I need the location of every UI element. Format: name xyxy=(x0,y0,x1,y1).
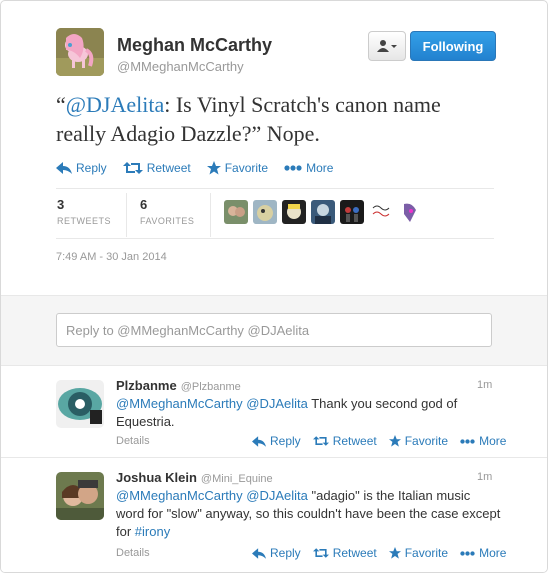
stat-divider xyxy=(126,193,127,237)
author-handle[interactable]: @MMeghanMcCarthy xyxy=(117,59,244,74)
mention-link[interactable]: @DJAelita xyxy=(246,488,308,503)
retweet-label: Retweet xyxy=(146,161,191,175)
reply-actions: Reply Retweet Favorite More xyxy=(252,546,518,560)
reply-text: @MMeghanMcCarthy @DJAelita "adagio" is t… xyxy=(116,487,501,541)
reply-label: Reply xyxy=(76,161,107,175)
more-label: More xyxy=(306,161,334,175)
user-actions-button[interactable] xyxy=(368,31,406,61)
tweet-permalink-card: Meghan McCarthy @MMeghanMcCarthy Followi… xyxy=(0,0,548,573)
more-action[interactable]: More xyxy=(284,161,333,175)
reply-composer: Reply to @MMeghanMcCarthy @DJAelita xyxy=(1,295,547,366)
reply-avatar[interactable] xyxy=(56,472,104,520)
reply-input[interactable]: Reply to @MMeghanMcCarthy @DJAelita xyxy=(56,313,492,347)
reply-avatar[interactable] xyxy=(56,380,104,428)
reply-time[interactable]: 1m xyxy=(477,379,492,391)
reply-author[interactable]: Plzbanme @Plzbanme xyxy=(116,378,241,393)
mention-link[interactable]: @MMeghanMcCarthy xyxy=(116,396,243,411)
retweet-action[interactable]: Retweet xyxy=(312,434,377,448)
favoriter-avatar[interactable] xyxy=(340,200,364,224)
reply-icon xyxy=(252,547,266,559)
user-icon xyxy=(377,40,397,52)
retweet-label: Retweet xyxy=(332,546,377,560)
reply-details-link[interactable]: Details xyxy=(116,547,150,559)
reply-action[interactable]: Reply xyxy=(56,161,107,175)
star-icon xyxy=(388,435,401,447)
retweet-icon xyxy=(122,162,143,174)
reply-icon xyxy=(56,162,72,174)
reply-label: Reply xyxy=(270,434,301,448)
retweets-count: 3 xyxy=(57,197,65,212)
retweet-icon xyxy=(312,436,329,446)
favoriters-avatars xyxy=(224,200,427,224)
favoriter-avatar[interactable] xyxy=(282,200,306,224)
star-icon xyxy=(206,161,221,175)
hashtag-link[interactable]: #irony xyxy=(135,524,170,539)
favorite-action[interactable]: Favorite xyxy=(388,546,449,560)
more-action[interactable]: More xyxy=(460,434,506,448)
retweet-action[interactable]: Retweet xyxy=(312,546,377,560)
retweets-stat[interactable]: 3 RETWEETS xyxy=(57,197,111,226)
reply-time[interactable]: 1m xyxy=(477,471,492,483)
reply-text: @MMeghanMcCarthy @DJAelita Thank you sec… xyxy=(116,395,501,431)
reply-actions: Reply Retweet Favorite More xyxy=(252,434,518,448)
reply-icon xyxy=(252,435,266,447)
retweet-action[interactable]: Retweet xyxy=(122,161,191,175)
author-avatar[interactable] xyxy=(56,28,104,76)
tweet-text: “@DJAelita: Is Vinyl Scratch's canon nam… xyxy=(56,90,496,148)
mention-link[interactable]: @DJAelita xyxy=(66,92,164,117)
reply-author-name: Plzbanme xyxy=(116,378,177,393)
favorite-label: Favorite xyxy=(224,161,269,175)
favorites-label: FAVORITES xyxy=(140,216,195,226)
star-icon xyxy=(388,547,401,559)
more-dots-icon xyxy=(460,438,475,444)
favoriter-avatar[interactable] xyxy=(398,200,422,224)
reply-details-link[interactable]: Details xyxy=(116,435,150,447)
more-label: More xyxy=(479,546,507,560)
retweet-label: Retweet xyxy=(332,434,377,448)
stat-divider xyxy=(210,193,211,237)
open-quote: “ xyxy=(56,92,66,117)
favorites-stat[interactable]: 6 FAVORITES xyxy=(140,197,194,226)
more-action[interactable]: More xyxy=(460,546,506,560)
favorite-label: Favorite xyxy=(404,434,449,448)
favoriter-avatar[interactable] xyxy=(253,200,277,224)
favorite-action[interactable]: Favorite xyxy=(206,161,269,175)
favorite-action[interactable]: Favorite xyxy=(388,434,449,448)
tweet-actions: Reply Retweet Favorite More xyxy=(56,161,349,175)
favorite-label: Favorite xyxy=(404,546,449,560)
favoriter-avatar[interactable] xyxy=(311,200,335,224)
more-dots-icon xyxy=(460,550,475,556)
divider-mid xyxy=(56,238,494,239)
reply-action[interactable]: Reply xyxy=(252,546,301,560)
reply-author[interactable]: Joshua Klein @Mini_Equine xyxy=(116,470,273,485)
retweets-label: RETWEETS xyxy=(57,216,112,226)
divider-top xyxy=(56,188,494,189)
reply-action[interactable]: Reply xyxy=(252,434,301,448)
favoriter-avatar[interactable] xyxy=(224,200,248,224)
favoriter-avatar[interactable] xyxy=(369,200,393,224)
author-name[interactable]: Meghan McCarthy xyxy=(117,35,272,56)
reply-author-handle: @Mini_Equine xyxy=(200,473,273,485)
favorites-count: 6 xyxy=(140,197,148,212)
tweet-timestamp[interactable]: 7:49 AM - 30 Jan 2014 xyxy=(56,251,167,263)
reply-label: Reply xyxy=(270,546,301,560)
reply-tweet: Joshua Klein @Mini_Equine 1m @MMeghanMcCa… xyxy=(1,457,547,572)
more-dots-icon xyxy=(284,165,302,171)
mention-link[interactable]: @MMeghanMcCarthy xyxy=(116,488,243,503)
more-label: More xyxy=(479,434,507,448)
following-button[interactable]: Following xyxy=(410,31,496,61)
reply-author-name: Joshua Klein xyxy=(116,470,197,485)
mention-link[interactable]: @DJAelita xyxy=(246,396,308,411)
reply-author-handle: @Plzbanme xyxy=(180,381,241,393)
reply-tweet: Plzbanme @Plzbanme 1m @MMeghanMcCarthy @D… xyxy=(1,365,547,458)
retweet-icon xyxy=(312,548,329,558)
